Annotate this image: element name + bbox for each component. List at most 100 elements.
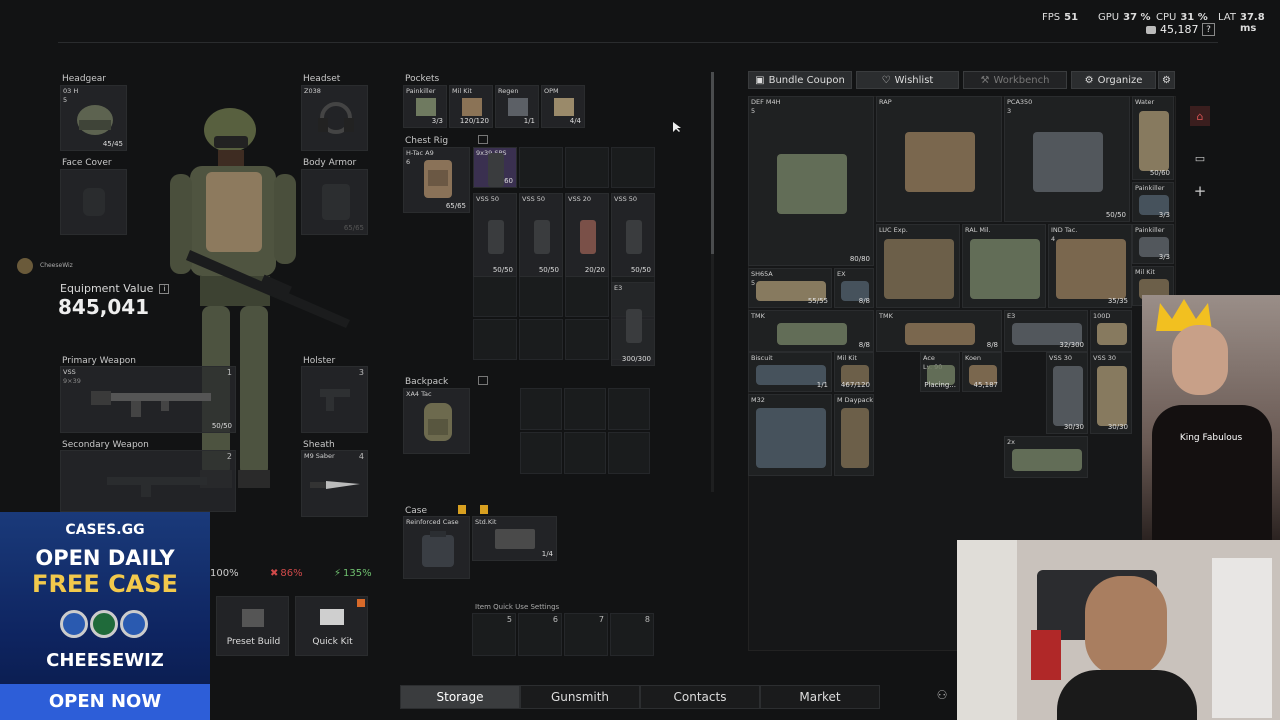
storage-item[interactable]: Koen 45,187 — [962, 352, 1002, 392]
pocket-item[interactable]: OPM 4/4 — [541, 85, 585, 128]
settings-button[interactable]: ⚙ — [1158, 71, 1175, 89]
organize-button[interactable]: ⚙ Organize — [1071, 71, 1156, 89]
storage-item[interactable]: TMK 8/8 — [748, 310, 874, 352]
sheath-slot[interactable]: M9 Saber 4 — [301, 450, 368, 517]
tab-market[interactable]: Market — [760, 685, 880, 709]
middle-scrollbar-thumb[interactable] — [711, 72, 714, 254]
storage-item[interactable]: E3 32/300 — [1004, 310, 1088, 352]
pocket-item[interactable]: Regen 1/1 — [495, 85, 539, 128]
rig-cell[interactable] — [565, 319, 609, 360]
rig-cell[interactable] — [473, 319, 517, 360]
add-storage-button[interactable]: + — [1190, 181, 1210, 201]
workbench-button[interactable]: ⚒ Workbench — [963, 71, 1067, 89]
storage-item-sub: 5 — [751, 107, 756, 115]
storage-item[interactable]: 2x — [1004, 436, 1088, 478]
std-kit-item[interactable]: Std.Kit 1/4 — [472, 516, 557, 561]
storage-item[interactable]: DEF M4H 5 80/80 — [748, 96, 874, 266]
lock-icon[interactable] — [478, 135, 488, 144]
rig-cell[interactable] — [473, 276, 517, 317]
quick-use-slot[interactable]: 7 — [564, 613, 608, 656]
backpack-slot[interactable]: XA4 Tac — [403, 388, 470, 454]
storage-item[interactable]: VSS 30 30/30 — [1090, 352, 1132, 434]
quick-kit-button[interactable]: Quick Kit — [295, 596, 368, 656]
storage-item[interactable]: Biscuit 1/1 — [748, 352, 832, 392]
fps-value: 51 — [1064, 12, 1079, 23]
rig-cell[interactable] — [519, 276, 563, 317]
rig-cell[interactable] — [611, 147, 655, 188]
storage-item[interactable]: LUC Exp. — [876, 224, 960, 308]
headgear-slot[interactable]: 03 H 5 45/45 — [60, 85, 127, 151]
rifle-placeholder-icon — [107, 477, 207, 497]
sheath-label: Sheath — [303, 440, 335, 450]
wishlist-button[interactable]: ♡ Wishlist — [856, 71, 959, 89]
primary-weapon-slot[interactable]: VSS 9×39 1 50/50 — [60, 366, 236, 433]
backpack-cell[interactable] — [608, 388, 650, 430]
chest-rig-label: Chest Rig — [405, 136, 449, 146]
storage-item[interactable]: Water 50/60 — [1132, 96, 1174, 180]
storage-item[interactable]: SH65A 5 55/55 — [748, 268, 832, 308]
rig-cell[interactable] — [519, 147, 563, 188]
storage-item[interactable]: Painkiller 3/3 — [1132, 224, 1174, 264]
bundle-coupon-button[interactable]: ▣ Bundle Coupon — [748, 71, 852, 89]
backpack-cell[interactable] — [564, 388, 606, 430]
pocket-item[interactable]: Painkiller 3/3 — [403, 85, 447, 128]
storage-item[interactable]: AceLv. 90Placing... — [920, 352, 960, 392]
quick-use-slot[interactable]: 6 — [518, 613, 562, 656]
ad-cta: OPEN NOW — [0, 684, 210, 720]
storage-item[interactable]: M32 — [748, 394, 832, 476]
storage-item[interactable]: IND Tac. 4 35/35 — [1048, 224, 1132, 308]
backpack-cell[interactable] — [520, 388, 562, 430]
top-divider — [58, 42, 1218, 43]
case-slot[interactable]: Reinforced Case — [403, 516, 470, 579]
storage-side-tab-2[interactable]: ▭ — [1190, 148, 1210, 168]
preset-build-button[interactable]: Preset Build — [216, 596, 289, 656]
storage-item-name: VSS 30 — [1049, 354, 1073, 362]
storage-item-icon — [884, 239, 954, 299]
help-button[interactable]: ? — [1202, 23, 1215, 36]
rig-item[interactable]: VSS 50 50/50 — [611, 193, 655, 277]
rig-item[interactable]: VSS 20 20/20 — [565, 193, 609, 277]
tab-storage[interactable]: Storage — [400, 685, 520, 709]
rig-cell[interactable] — [519, 319, 563, 360]
rig-cell[interactable] — [565, 276, 609, 317]
storage-item[interactable]: Painkiller 3/3 — [1132, 182, 1174, 222]
quick-use-slot[interactable]: 5 — [472, 613, 516, 656]
tab-contacts[interactable]: Contacts — [640, 685, 760, 709]
friends-button[interactable]: ⚇ — [930, 688, 954, 706]
storage-item[interactable]: RAL Mil. — [962, 224, 1046, 308]
storage-item[interactable]: RAP — [876, 96, 1002, 222]
rig-item[interactable]: VSS 50 50/50 — [473, 193, 517, 277]
storage-item-count: 55/55 — [807, 297, 828, 305]
quick-use-slot[interactable]: 8 — [610, 613, 654, 656]
mouse-cursor-icon — [673, 122, 681, 132]
quick-kit-label: Quick Kit — [312, 637, 353, 647]
backpack-cell[interactable] — [608, 432, 650, 474]
storage-item[interactable]: 100D — [1090, 310, 1132, 352]
storage-item[interactable]: M Daypack — [834, 394, 874, 476]
storage-item[interactable]: VSS 30 30/30 — [1046, 352, 1088, 434]
rig-item[interactable]: E3 300/300 — [611, 282, 655, 366]
storage-item-name: EX — [837, 270, 846, 278]
lock-icon[interactable] — [478, 376, 488, 385]
storage-item[interactable]: TMK 8/8 — [876, 310, 1002, 352]
storage-item-count: 50/60 — [1149, 169, 1170, 177]
storage-item-count: 30/30 — [1063, 423, 1084, 431]
storage-side-tab-1[interactable]: ⌂ — [1190, 106, 1210, 126]
rig-cell[interactable] — [565, 147, 609, 188]
pocket-item[interactable]: Mil Kit 120/120 — [449, 85, 493, 128]
tab-gunsmith[interactable]: Gunsmith — [520, 685, 640, 709]
storage-item[interactable]: PCA350 3 50/50 — [1004, 96, 1130, 222]
face-cover-slot[interactable] — [60, 169, 127, 235]
storage-item[interactable]: EX 8/8 — [834, 268, 874, 308]
backpack-cell[interactable] — [564, 432, 606, 474]
secondary-weapon-slot[interactable]: 2 — [60, 450, 236, 512]
storage-item[interactable]: Mil Kit 467/120 — [834, 352, 874, 392]
energy-stat: ⚡ 135% — [334, 568, 372, 579]
backpack-cell[interactable] — [520, 432, 562, 474]
middle-scrollbar[interactable] — [711, 72, 714, 492]
info-icon[interactable]: i — [159, 283, 170, 294]
rig-item[interactable]: 9x39 SPS60 — [473, 147, 517, 188]
chest-rig-slot[interactable]: H-Tac A9 6 65/65 — [403, 147, 470, 213]
holster-slot[interactable]: 3 — [301, 366, 368, 433]
rig-item[interactable]: VSS 50 50/50 — [519, 193, 563, 277]
